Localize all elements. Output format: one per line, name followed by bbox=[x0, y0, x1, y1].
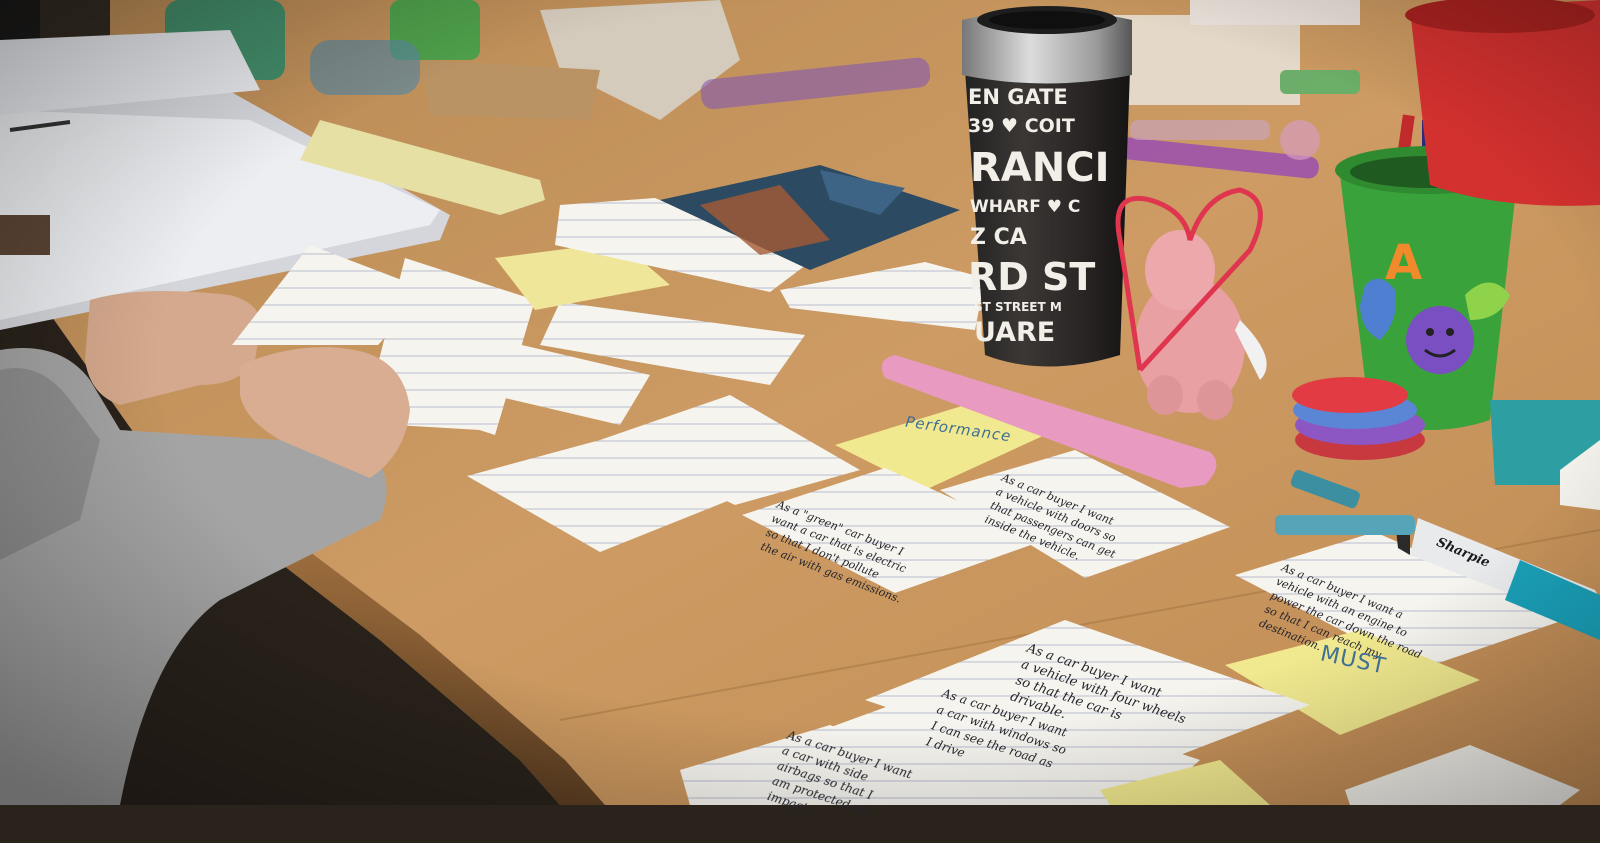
tumbler-line-4: WHARF ♥ C bbox=[970, 197, 1081, 217]
tumbler-line-5: Z CA bbox=[970, 225, 1027, 250]
tumbler-line-6: RD ST bbox=[968, 255, 1096, 299]
tumbler-line-8: UARE bbox=[974, 317, 1056, 348]
tumbler-line-2: 39 ♥ COIT bbox=[968, 115, 1075, 137]
tumbler-line-1: EN GATE bbox=[968, 85, 1068, 109]
tumbler-print: EN GATE 39 ♥ COIT RANCI WHARF ♥ C Z CA R… bbox=[968, 85, 1118, 355]
pencil-cup-letter: A bbox=[1385, 235, 1423, 291]
tumbler-line-3: RANCI bbox=[970, 145, 1110, 191]
photo-scene bbox=[0, 0, 1600, 805]
tumbler-line-7: ST STREET M bbox=[974, 300, 1062, 314]
